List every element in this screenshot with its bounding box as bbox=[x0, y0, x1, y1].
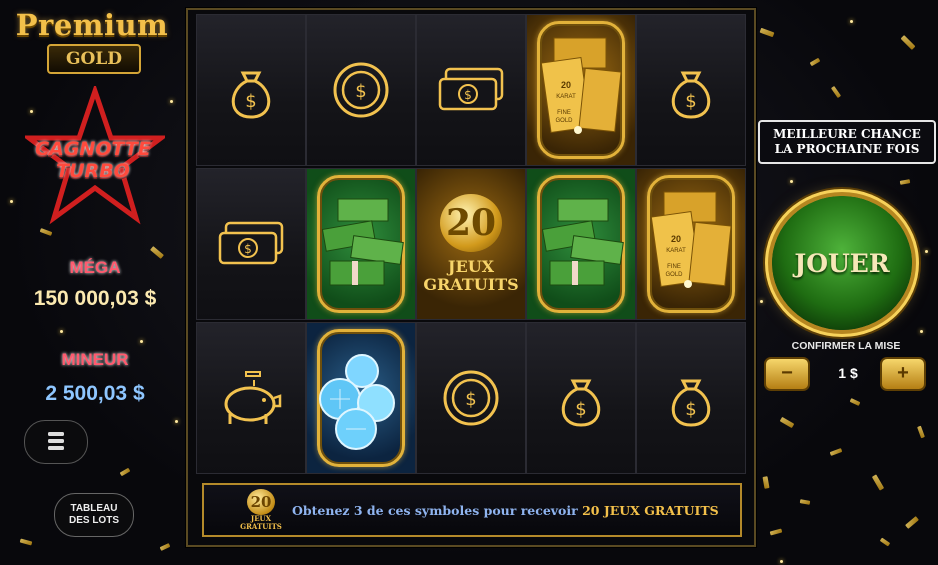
confetti-piece bbox=[899, 179, 911, 185]
prize-table-button[interactable]: TABLEAU DES LOTS bbox=[54, 493, 134, 537]
info-text-highlight: 20 JEUX GRATUITS bbox=[582, 502, 719, 518]
grid-cell[interactable]: 20 JEUX GRATUITS bbox=[416, 168, 526, 320]
cash-bill-icon: $ bbox=[218, 221, 284, 265]
sparkle bbox=[850, 20, 853, 23]
svg-text:20: 20 bbox=[671, 234, 681, 244]
info-text: Obtenez 3 de ces symboles pour recevoir … bbox=[292, 503, 719, 518]
prize-table-line1: TABLEAU bbox=[70, 503, 118, 514]
grid-cell[interactable]: $ bbox=[306, 14, 416, 166]
sparkle bbox=[760, 300, 763, 303]
grid-cell[interactable]: $ bbox=[416, 14, 526, 166]
jackpot-logo-line2: TURBO bbox=[56, 160, 130, 182]
svg-text:20: 20 bbox=[561, 80, 571, 90]
svg-text:$: $ bbox=[245, 91, 256, 112]
diamonds-icon bbox=[319, 354, 395, 450]
svg-text:$: $ bbox=[575, 399, 586, 420]
svg-text:KARAT: KARAT bbox=[556, 94, 576, 100]
jackpot-logo-line1: CAGNOTTE bbox=[35, 138, 151, 160]
grid-cell[interactable] bbox=[196, 322, 306, 474]
sparkle bbox=[780, 560, 783, 563]
sparkle bbox=[920, 330, 923, 333]
money-bag-icon: $ bbox=[671, 379, 711, 427]
svg-text:GOLD: GOLD bbox=[555, 118, 573, 124]
sparkle bbox=[925, 250, 928, 253]
free-games-badge-number: 20 bbox=[247, 489, 275, 515]
result-line1: MEILLEURE CHANCE bbox=[773, 127, 921, 141]
free-games-badge-line2: GRATUITS bbox=[240, 522, 282, 531]
game-logo-subtitle: GOLD bbox=[47, 44, 141, 74]
svg-text:KARAT: KARAT bbox=[666, 248, 686, 254]
grid-cell[interactable]: $ bbox=[416, 322, 526, 474]
confetti-piece bbox=[769, 528, 783, 536]
result-message: MEILLEURE CHANCE LA PROCHAINE FOIS bbox=[758, 120, 936, 164]
svg-text:$: $ bbox=[355, 81, 366, 102]
jackpot-mega-value: 150 000,03 $ bbox=[33, 287, 157, 310]
confetti-piece bbox=[871, 474, 885, 491]
money-bag-icon: $ bbox=[671, 71, 711, 119]
piggy-bank-icon bbox=[224, 371, 282, 424]
jackpot-mineur-value: 2 500,03 $ bbox=[45, 382, 145, 405]
prize-table-line2: DES LOTS bbox=[68, 515, 119, 526]
confetti-piece bbox=[917, 425, 925, 439]
confetti-piece bbox=[830, 85, 842, 99]
coin-icon: $ bbox=[443, 370, 499, 426]
free-games-badge: 20 JEUX GRATUITS bbox=[238, 487, 284, 533]
svg-text:GOLD: GOLD bbox=[665, 272, 683, 278]
bet-increase-button[interactable]: + bbox=[880, 357, 926, 391]
confetti-piece bbox=[849, 398, 861, 406]
money-bag-icon: $ bbox=[561, 379, 601, 427]
svg-text:$: $ bbox=[465, 389, 476, 410]
info-text-main: Obtenez 3 de ces symboles pour recevoir bbox=[292, 502, 583, 518]
free-games-symbol: 20 JEUX GRATUITS bbox=[423, 194, 519, 294]
confetti-piece bbox=[799, 499, 811, 505]
confetti-piece bbox=[759, 27, 775, 38]
cash-bill-icon: $ bbox=[438, 67, 504, 111]
svg-text:$: $ bbox=[685, 91, 696, 112]
jackpot-mineur-label: MINEUR bbox=[61, 350, 129, 369]
result-line2: LA PROCHAINE FOIS bbox=[774, 142, 920, 156]
confetti-piece bbox=[829, 448, 843, 456]
game-logo-title: Premium bbox=[15, 8, 169, 42]
play-button[interactable]: JOUER bbox=[772, 196, 912, 330]
grid-cell[interactable] bbox=[306, 322, 416, 474]
scratch-grid: $ $ $ 20 KARAT FINE GOLD $ $ 20 JEUX GRA… bbox=[186, 8, 756, 547]
svg-text:$: $ bbox=[464, 88, 472, 102]
grid-cell[interactable]: $ bbox=[196, 14, 306, 166]
bet-decrease-button[interactable]: − bbox=[764, 357, 810, 391]
info-bar: 20 JEUX GRATUITS Obtenez 3 de ces symbol… bbox=[202, 483, 742, 537]
confetti-piece bbox=[900, 35, 916, 50]
money-bag-icon: $ bbox=[231, 71, 271, 119]
svg-text:FINE: FINE bbox=[557, 110, 571, 116]
cash-stack-icon bbox=[541, 198, 624, 286]
jackpot-logo: CAGNOTTE TURBO bbox=[18, 138, 168, 182]
left-panel: Premium GOLD CAGNOTTE TURBO MÉGA 150 000… bbox=[0, 0, 185, 565]
menu-button[interactable] bbox=[24, 420, 88, 464]
gold-bars-icon: 20 KARAT FINE GOLD bbox=[650, 191, 732, 288]
gold-bars-icon: 20 KARAT FINE GOLD bbox=[540, 37, 622, 134]
cash-stack-icon bbox=[321, 198, 404, 286]
grid-cell[interactable]: $ bbox=[636, 322, 746, 474]
confetti-piece bbox=[879, 537, 891, 547]
bet-label: CONFIRMER LA MISE bbox=[791, 340, 901, 352]
grid-cell[interactable]: $ bbox=[636, 14, 746, 166]
jackpot-mega-label: MÉGA bbox=[69, 258, 121, 277]
grid-cell[interactable]: 20 KARAT FINE GOLD bbox=[636, 168, 746, 320]
grid-cell[interactable] bbox=[306, 168, 416, 320]
grid-cell[interactable]: $ bbox=[196, 168, 306, 320]
menu-icon bbox=[48, 432, 64, 450]
grid-cell[interactable]: 20 KARAT FINE GOLD bbox=[526, 14, 636, 166]
svg-text:$: $ bbox=[685, 399, 696, 420]
confetti-piece bbox=[779, 416, 795, 429]
confetti-piece bbox=[809, 57, 821, 67]
svg-text:$: $ bbox=[244, 242, 252, 256]
confetti-piece bbox=[905, 516, 919, 529]
sparkle bbox=[790, 180, 793, 183]
svg-text:FINE: FINE bbox=[667, 264, 681, 270]
grid-cell[interactable] bbox=[526, 168, 636, 320]
bet-value: 1 $ bbox=[838, 365, 858, 381]
grid-cell[interactable]: $ bbox=[526, 322, 636, 474]
coin-icon: $ bbox=[333, 62, 389, 118]
confetti-piece bbox=[762, 476, 770, 489]
